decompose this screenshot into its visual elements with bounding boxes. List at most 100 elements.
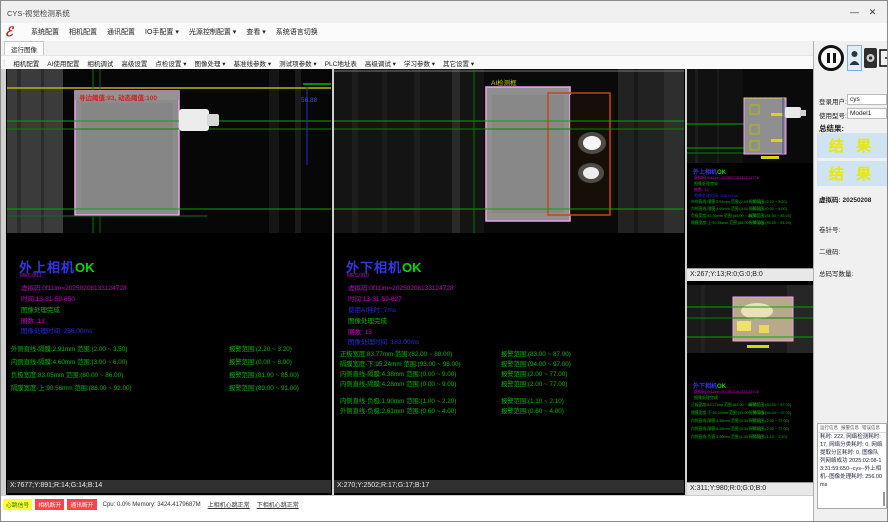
tool-test-params[interactable]: 测试项参数 ▾ xyxy=(279,58,317,68)
camera1-pixel-coords: X:7677;Y:891;R:14;G:14;B:14 xyxy=(7,480,331,493)
mini1-panel: 外上相机OK 虚拟码:0f11im=20250208133124728 图像处理… xyxy=(687,69,813,281)
measure-row: 内侧直线-隔膜:4.60mm 范围:(3.00 ~ 6.00) 报警范围:(0.… xyxy=(11,357,331,366)
measure-left: 内侧直线-隔膜:4.38mm 范围:(0.00 ~ 9.00) xyxy=(340,371,456,378)
log-tab-run[interactable]: 运行信息 xyxy=(820,425,838,431)
menu-system-config[interactable]: 系统配置 xyxy=(31,27,59,37)
exit-button[interactable] xyxy=(879,48,888,68)
camera1-code: 虚拟码:0f11im=20250208133124728 xyxy=(21,282,127,292)
side-panel: 登录用户: cys 使用型号: Model1 总结果: 结 果 结 果 虚拟码:… xyxy=(813,41,888,522)
tool-image-processing[interactable]: 图像处理 ▾ xyxy=(194,58,225,68)
alarm-range: 报警范围:(2.00 ~ 77.00) xyxy=(501,379,567,388)
camera2-image[interactable]: AI检测框 xyxy=(334,69,684,233)
close-icon[interactable]: ✕ xyxy=(865,6,880,19)
mini-measure-row: 正极宽度:83.77mm 范围:(82.00 ~ 88.00)报警范围:(83.… xyxy=(691,403,759,408)
mini2-pixel-coords: X:311;Y:980;R:0;G:0;B:0 xyxy=(687,482,813,495)
mini2-image-canvas xyxy=(687,285,813,353)
mini-measure-row: 内侧直线-隔膜:4.38mm 范围:(0.00 ~ 9.00)报警范围:(2.0… xyxy=(691,419,761,424)
measure-left: 内侧直线-隔膜:4.28mm 范围:(0.00 ~ 9.00) xyxy=(340,381,456,388)
upper-camera-heartbeat-link[interactable]: 上相机心跳正常 xyxy=(208,500,250,509)
lower-camera-heartbeat-link[interactable]: 下相机心跳正常 xyxy=(257,500,299,509)
mini1-pixel-coords: X:267;Y:13;R:0;G:0;B:0 xyxy=(687,268,813,281)
tool-other-settings[interactable]: 其它设置 ▾ xyxy=(443,58,474,68)
camera1-image-canvas xyxy=(7,69,331,233)
mini2-image[interactable] xyxy=(687,285,813,353)
menu-bar: ℰ 系统配置 相机配置 通讯配置 IO手配置 ▾ 光源控制配置 ▾ 查看 ▾ 系… xyxy=(1,23,888,42)
camera1-mes: MES:0f11 xyxy=(20,273,42,279)
tool-plc-address[interactable]: PLC地址表 xyxy=(325,58,357,68)
alarm-range: 报警范围:(83.00 ~ 87.00) xyxy=(501,349,571,358)
virtual-code-label: 虚拟码: xyxy=(819,197,841,204)
alarm-range: 报警范围:(2.00 ~ 77.00) xyxy=(749,419,789,424)
tool-baseline-params[interactable]: 基准线参数 ▾ xyxy=(234,58,272,68)
measure-left: 内侧直线-负极:1.90mm 范围:(1.00 ~ 2.20) xyxy=(340,398,456,405)
measure-row: 隔膜宽度-下:95.24mm 范围:(93.00 ~ 98.00) 报警范围:(… xyxy=(340,359,684,368)
alarm-range: 报警范围:(81.00 ~ 85.00) xyxy=(229,370,299,379)
menu-language-switch[interactable]: 系统语言切换 xyxy=(276,27,318,37)
pin-number-label: 卷针号: xyxy=(819,224,840,234)
measure-left: 外侧直线-负极:2.61mm 范围:(0.60 ~ 4.00) xyxy=(340,408,456,415)
measure-left: 外侧直线-隔膜:2.91mm 范围:(2.00 ~ 3.50) xyxy=(11,346,127,353)
result-box-lower: 结 果 xyxy=(817,161,887,186)
camera1-done: 图像处理完成 xyxy=(21,304,60,314)
tool-advanced-debug[interactable]: 高级调试 ▾ xyxy=(365,58,396,68)
model-value[interactable]: Model1 xyxy=(847,108,887,119)
mini-measure-row: 外侧直线-隔膜:2.91mm 范围:(2.00 ~ 3.50)报警范围:(2.2… xyxy=(691,200,761,205)
tool-advanced-settings[interactable]: 高级设置 xyxy=(121,58,147,68)
result-box-upper: 结 果 xyxy=(817,133,887,158)
menu-light-config[interactable]: 光源控制配置 ▾ xyxy=(189,27,236,37)
measure-left: 负极宽度:83.05mm 范围:(80.00 ~ 86.00) xyxy=(11,372,123,379)
virtual-code-value: 20250208 xyxy=(842,197,871,204)
camera2-mes: MES:0f10 xyxy=(347,273,369,279)
pause-icon xyxy=(827,53,830,63)
menu-view[interactable]: 查看 ▾ xyxy=(246,27,265,37)
gear-icon xyxy=(864,48,877,68)
tool-ai-config[interactable]: AI使用配置 xyxy=(47,58,79,68)
tool-camera-config[interactable]: 相机配置 xyxy=(13,58,39,68)
app-window: CYS-视觉检测系统 — ✕ ℰ 系统配置 相机配置 通讯配置 IO手配置 ▾ … xyxy=(0,0,888,522)
user-icon xyxy=(848,46,861,70)
alarm-range: 报警范围:(83.00 ~ 87.00) xyxy=(749,403,791,408)
menu-camera-config[interactable]: 相机配置 xyxy=(69,27,97,37)
login-user-button[interactable] xyxy=(847,45,862,71)
camera2-result-ok: OK xyxy=(402,260,422,275)
mini-measure-row: 负极宽度:83.05mm 范围:(80.00 ~ 86.00)报警范围:(81.… xyxy=(691,214,759,219)
menu-comm-config[interactable]: 通讯配置 xyxy=(107,27,135,37)
camera2-image-canvas xyxy=(334,69,684,233)
measure-row: 内侧直线-隔膜:4.28mm 范围:(0.00 ~ 9.00) 报警范围:(2.… xyxy=(340,379,684,388)
measure-row: 外侧直线-隔膜:2.91mm 范围:(2.00 ~ 3.50) 报警范围:(2.… xyxy=(11,344,331,353)
settings-button[interactable] xyxy=(864,48,877,68)
pause-button[interactable] xyxy=(818,45,844,71)
login-user-value[interactable]: cys xyxy=(847,94,887,105)
camera1-image[interactable]: 寻边阈值:93, 动态阈值:100 56.88 xyxy=(7,69,331,233)
pause-icon xyxy=(833,53,836,63)
alarm-range: 报警范围:(0.60 ~ 4.00) xyxy=(501,406,564,415)
alarm-range: 报警范围:(0.00 ~ 8.00) xyxy=(229,357,292,366)
mini-measure-row: 隔膜宽度-下:95.24mm 范围:(93.00 ~ 98.00)报警范围:(9… xyxy=(691,411,764,416)
camera1-result-ok: OK xyxy=(75,260,95,275)
title-bar: CYS-视觉检测系统 — ✕ xyxy=(1,1,888,23)
mini-measure-row: 内侧直线-负极:1.90mm 范围:(1.00 ~ 2.20)报警范围:(1.1… xyxy=(691,435,761,440)
camera2-code: 虚拟码:0f11im=20250208133124728 xyxy=(348,282,454,292)
camera2-pixel-coords: X:270;Y:2502;R:17;G:17;B:17 xyxy=(334,480,684,493)
tool-learning-params[interactable]: 学习参数 ▾ xyxy=(404,58,435,68)
virtual-code-line: 虚拟码: 20250208 xyxy=(819,194,871,204)
alarm-range: 报警范围:(94.00 ~ 97.00) xyxy=(501,359,571,368)
model-label: 使用型号: xyxy=(819,110,847,120)
log-scrollbar[interactable] xyxy=(883,492,885,506)
tab-strip: 运行图像 xyxy=(1,41,888,55)
mini1-image[interactable] xyxy=(687,69,813,163)
mini2-done: 图像处理完成 xyxy=(694,395,718,401)
tool-spot-check[interactable]: 点检设置 ▾ xyxy=(155,58,186,68)
log-tab-error[interactable]: 错误信息 xyxy=(862,425,880,431)
tool-camera-debug[interactable]: 相机调试 xyxy=(87,58,113,68)
login-user-label: 登录用户: xyxy=(819,96,847,106)
mini1-image-canvas xyxy=(687,69,813,163)
measure-left: 隔膜宽度-上:90.56mm 范围:(88.00 ~ 92.00) xyxy=(11,385,132,392)
minimize-icon[interactable]: — xyxy=(847,6,862,19)
log-tab-alarm[interactable]: 报警信息 xyxy=(841,425,859,431)
measure-row: 外侧直线-负极:2.61mm 范围:(0.60 ~ 4.00) 报警范围:(0.… xyxy=(340,406,684,415)
mini2-panel: 外下相机OK 虚拟码:0f11im=20250208133124728 图像处理… xyxy=(687,285,813,495)
menu-io-config[interactable]: IO手配置 ▾ xyxy=(145,27,179,37)
measure-row: 正极宽度:83.77mm 范围:(82.00 ~ 88.00) 报警范围:(83… xyxy=(340,349,684,358)
comm-disconnect-badge: 通讯断开 xyxy=(67,499,96,510)
